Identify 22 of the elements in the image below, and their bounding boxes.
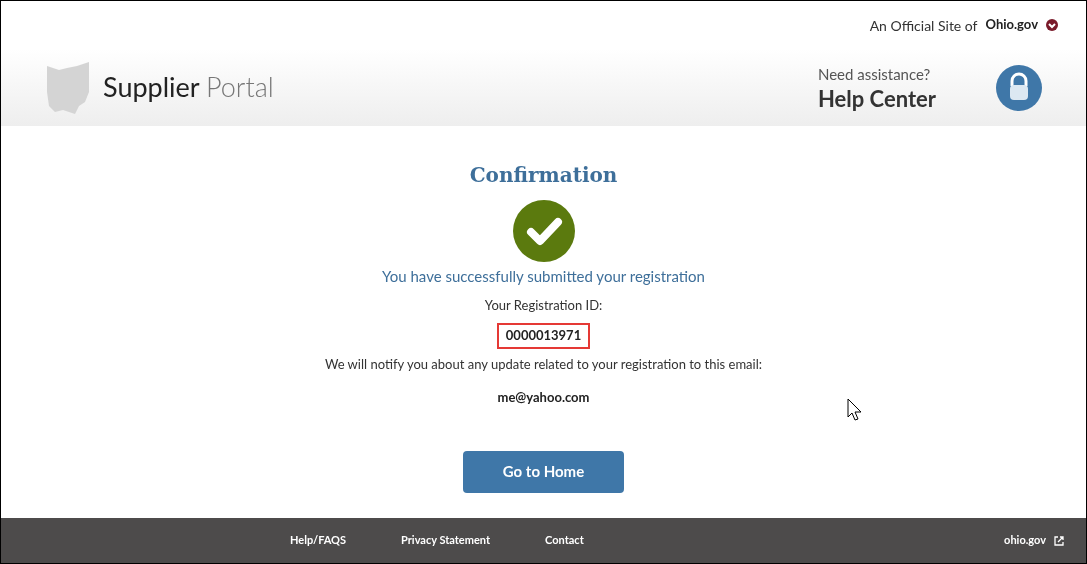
- lock-icon[interactable]: [996, 64, 1042, 111]
- mouse-cursor-icon: [847, 398, 863, 422]
- success-message: You have successfully submitted your registration: [382, 266, 705, 287]
- external-link-icon: [1054, 535, 1064, 546]
- help-prompt: Need assistance?: [817, 63, 932, 85]
- help-center-link[interactable]: Help Center: [817, 85, 936, 113]
- notify-text: We will notify you about any update related to your registration to this email:: [324, 354, 762, 374]
- registration-id: 0000013971: [496, 323, 591, 349]
- footer-link[interactable]: Help/FAQS: [290, 532, 347, 549]
- confirmation-title: Confirmation: [469, 162, 618, 189]
- ohio-gov-link[interactable]: ohio.gov: [1004, 532, 1046, 549]
- footer-link[interactable]: Contact: [545, 532, 584, 549]
- portal-title: Supplier Portal: [103, 70, 274, 104]
- go-to-home-button[interactable]: Go to Home: [463, 450, 624, 493]
- registration-id-label: Your Registration ID:: [484, 295, 603, 315]
- chevron-down-icon[interactable]: [1046, 19, 1058, 31]
- footer-link[interactable]: Privacy Statement: [401, 532, 491, 549]
- email-address: me@yahoo.com: [497, 388, 590, 407]
- ohio-gov-logo[interactable]: Ohio.gov: [985, 15, 1038, 35]
- state-outline-icon: [45, 61, 91, 114]
- success-check-icon: [512, 200, 575, 262]
- official-site-text: An Official Site of: [869, 15, 978, 36]
